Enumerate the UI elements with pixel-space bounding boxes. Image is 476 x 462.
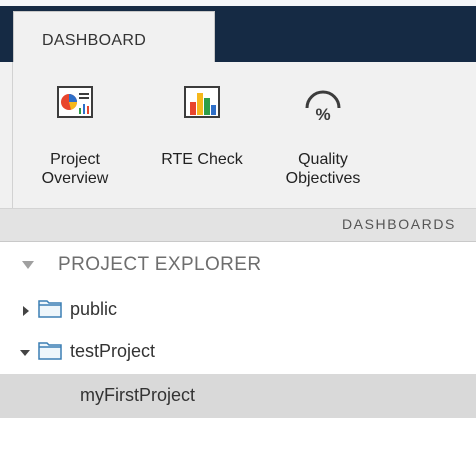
- expand-arrow-icon[interactable]: [23, 306, 29, 316]
- percent-gauge-icon: %: [303, 84, 343, 129]
- tree-item-testproject[interactable]: testProject: [0, 330, 476, 374]
- tab-dashboard[interactable]: DASHBOARD: [13, 11, 215, 63]
- tree-item-myfirstproject[interactable]: myFirstProject: [0, 374, 476, 418]
- project-overview-button[interactable]: Project Overview: [19, 80, 131, 200]
- pie-chart-report-icon: [57, 84, 93, 125]
- quality-objectives-label: Quality Objectives: [285, 151, 361, 187]
- folder-icon: [38, 340, 62, 360]
- tree-item-public[interactable]: public: [0, 288, 476, 332]
- project-explorer-header[interactable]: PROJECT EXPLORER: [0, 243, 476, 289]
- project-explorer-title: PROJECT EXPLORER: [58, 254, 262, 275]
- tree-item-label: public: [70, 299, 118, 319]
- section-label-dashboards: DASHBOARDS: [341, 216, 456, 232]
- toolstrip-group: Project Overview RTE Check % Quality Obj…: [12, 62, 476, 208]
- collapse-arrow-icon[interactable]: [22, 261, 34, 269]
- tree-item-label: myFirstProject: [80, 385, 196, 405]
- folder-icon: [38, 298, 62, 318]
- svg-text:%: %: [315, 105, 330, 124]
- rte-check-label: RTE Check: [161, 151, 243, 168]
- section-bar: DASHBOARDS: [0, 208, 476, 242]
- bar-chart-icon: [184, 84, 220, 125]
- tree-item-label: testProject: [70, 341, 156, 361]
- rte-check-button[interactable]: RTE Check: [146, 80, 258, 200]
- toolstrip: Project Overview RTE Check % Quality Obj…: [0, 62, 476, 242]
- quality-objectives-button[interactable]: % Quality Objectives: [267, 80, 379, 200]
- project-overview-label: Project Overview: [41, 151, 109, 187]
- tab-bar: DASHBOARD: [0, 0, 476, 63]
- collapse-arrow-icon[interactable]: [20, 350, 30, 356]
- tab-dashboard-label: DASHBOARD: [42, 32, 147, 49]
